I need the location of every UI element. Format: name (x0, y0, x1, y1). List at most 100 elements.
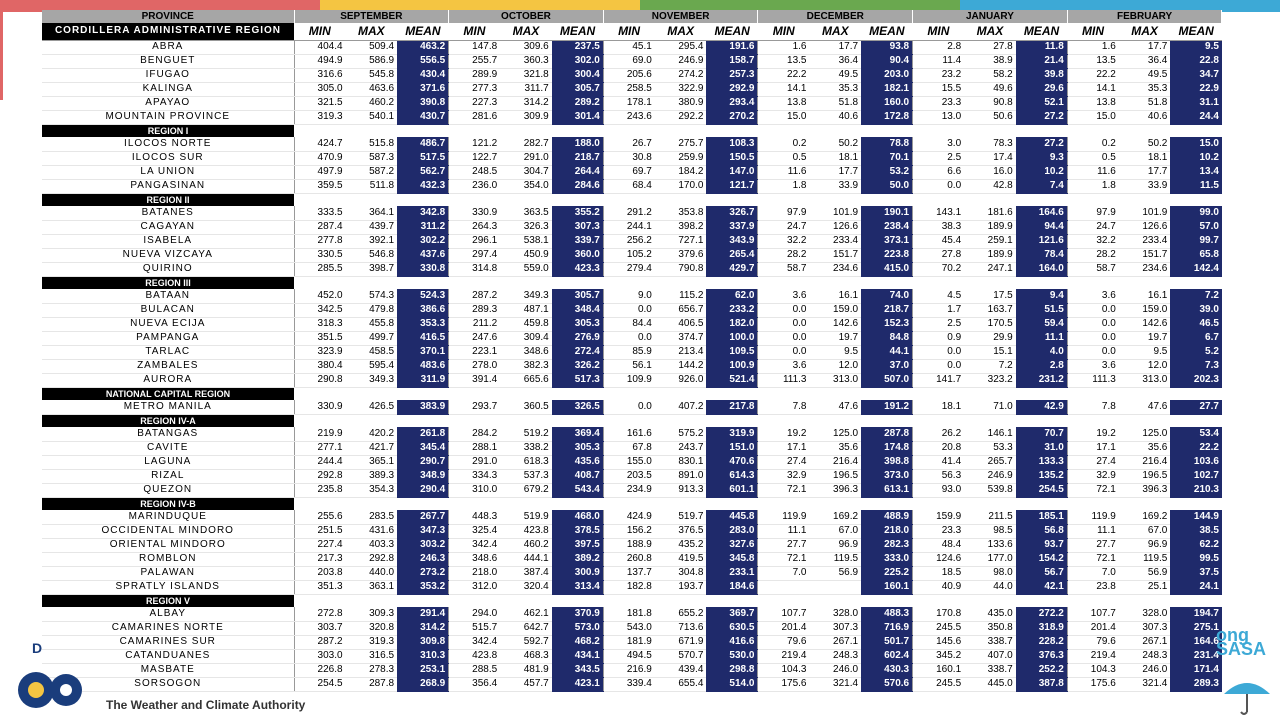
region-row: REGION III (42, 276, 1222, 289)
max-value-cell: 398.7 (345, 262, 398, 277)
min-value-cell: 7.8 (757, 400, 810, 415)
subheader-min: MIN (1067, 23, 1119, 41)
max-value-cell: 51.8 (1118, 96, 1171, 111)
min-value-cell: 277.1 (293, 441, 346, 456)
min-value-cell: 27.7 (757, 538, 810, 553)
mean-value-cell: 121.6 (1015, 234, 1068, 249)
mean-value-cell: 7.2 (1170, 289, 1222, 304)
min-value-cell: 141.7 (912, 373, 965, 388)
max-value-cell: 267.1 (809, 635, 862, 650)
table-row: LAGUNA 244.4 365.1 290.7 291.0 618.3 435.6 155.… (42, 455, 1222, 470)
min-value-cell: 351.3 (293, 580, 346, 595)
max-value-cell: 115.2 (654, 289, 707, 304)
min-value-cell: 26.7 (602, 137, 655, 152)
mean-value-cell: 305.3 (551, 441, 604, 456)
mean-value-cell: 488.3 (861, 607, 913, 622)
table-row: BULACAN 342.5 479.8 386.6 289.3 487.1 348.4 0.0… (42, 303, 1222, 318)
table-row: IFUGAO 316.6 545.8 430.4 289.9 321.8 300.4 205.… (42, 68, 1222, 83)
province-name: BENGUET (42, 54, 294, 69)
subheader-max: MAX (500, 23, 552, 41)
mean-value-cell: 305.7 (551, 289, 604, 304)
max-value-cell: 519.9 (500, 510, 552, 525)
max-value-cell: 196.5 (809, 469, 862, 484)
mean-value-cell: 9.4 (1015, 289, 1068, 304)
footer-authority-text: The Weather and Climate Authority (106, 698, 306, 712)
max-value-cell: 18.1 (809, 151, 862, 166)
mean-value-cell: 272.4 (551, 345, 604, 360)
mean-value-cell: 59.4 (1015, 317, 1068, 332)
min-value-cell: 1.7 (912, 303, 965, 318)
min-value-cell: 223.1 (448, 345, 501, 360)
max-value-cell: 380.9 (654, 96, 707, 111)
min-value-cell: 310.0 (448, 483, 501, 498)
max-value-cell: 53.3 (964, 441, 1016, 456)
mean-value-cell: 507.0 (861, 373, 913, 388)
min-value-cell: 543.0 (602, 621, 655, 636)
max-value-cell: 338.7 (964, 635, 1016, 650)
max-value-cell: 313.0 (1118, 373, 1171, 388)
max-value-cell: 142.6 (809, 317, 862, 332)
min-value-cell: 312.0 (448, 580, 501, 595)
max-value-cell: 360.3 (500, 54, 552, 69)
mean-value-cell: 373.0 (861, 469, 913, 484)
mean-value-cell: 423.1 (551, 677, 604, 692)
min-value-cell: 13.8 (757, 96, 810, 111)
max-value-cell: 248.3 (1118, 649, 1171, 664)
min-value-cell: 124.6 (912, 552, 965, 567)
mean-value-cell: 415.0 (861, 262, 913, 277)
mean-value-cell: 389.2 (551, 552, 604, 567)
max-value-cell: 307.3 (1118, 621, 1171, 636)
max-value-cell: 169.2 (809, 510, 862, 525)
mean-value-cell: 343.5 (551, 663, 604, 678)
mean-value-cell: 57.0 (1170, 220, 1222, 235)
min-value-cell: 23.3 (912, 524, 965, 539)
min-value-cell: 0.0 (602, 400, 655, 415)
max-value-cell: 321.4 (809, 677, 862, 692)
province-name: APAYAO (42, 96, 294, 111)
region-row-blank (294, 124, 1222, 137)
mean-value-cell: 253.1 (397, 663, 449, 678)
min-value-cell: 205.6 (602, 68, 655, 83)
max-value-cell: 247.1 (964, 262, 1016, 277)
table-row: ROMBLON 217.3 292.8 246.3 348.6 444.1 389.2 260… (42, 552, 1222, 567)
table-row: ABRA 404.4 509.4 463.2 147.8 309.6 237.5 45.1 29… (42, 40, 1222, 55)
province-name: ILOCOS SUR (42, 151, 294, 166)
mean-value-cell: 4.0 (1015, 345, 1068, 360)
mean-value-cell: 435.6 (551, 455, 604, 470)
min-value-cell: 260.8 (602, 552, 655, 567)
max-value-cell: 891.0 (654, 469, 707, 484)
mean-value-cell: 202.3 (1170, 373, 1222, 388)
region-header: REGION III (42, 276, 294, 289)
max-value-cell: 396.3 (1118, 483, 1171, 498)
max-value-cell: 125.0 (809, 427, 862, 442)
header-month-september: SEPTEMBER (294, 10, 450, 23)
mean-value-cell: 387.8 (1015, 677, 1068, 692)
max-value-cell: 671.9 (654, 635, 707, 650)
min-value-cell: 32.9 (757, 469, 810, 484)
mean-value-cell: 273.2 (397, 566, 449, 581)
max-value-cell: 389.3 (345, 469, 398, 484)
min-value-cell: 272.8 (293, 607, 346, 622)
min-value-cell: 292.8 (293, 469, 346, 484)
max-value-cell: 151.7 (809, 248, 862, 263)
mean-value-cell: 257.3 (706, 68, 758, 83)
min-value-cell: 22.2 (757, 68, 810, 83)
min-value-cell: 2.8 (912, 40, 965, 55)
subheader-max: MAX (654, 23, 707, 41)
max-value-cell: 17.4 (964, 151, 1016, 166)
max-value-cell: 216.4 (1118, 455, 1171, 470)
max-value-cell: 354.3 (345, 483, 398, 498)
max-value-cell: 396.3 (809, 483, 862, 498)
mean-value-cell: 53.4 (1170, 427, 1222, 442)
mean-value-cell: 345.4 (397, 441, 449, 456)
max-value-cell: 126.6 (1118, 220, 1171, 235)
mean-value-cell: 160.0 (861, 96, 913, 111)
max-value-cell: 656.7 (654, 303, 707, 318)
max-value-cell: 349.3 (500, 289, 552, 304)
max-value-cell: 365.1 (345, 455, 398, 470)
min-value-cell: 145.6 (912, 635, 965, 650)
mean-value-cell: 434.1 (551, 649, 604, 664)
mean-value-cell: 133.3 (1015, 455, 1068, 470)
mean-value-cell: 135.2 (1015, 469, 1068, 484)
max-value-cell: 36.4 (1118, 54, 1171, 69)
